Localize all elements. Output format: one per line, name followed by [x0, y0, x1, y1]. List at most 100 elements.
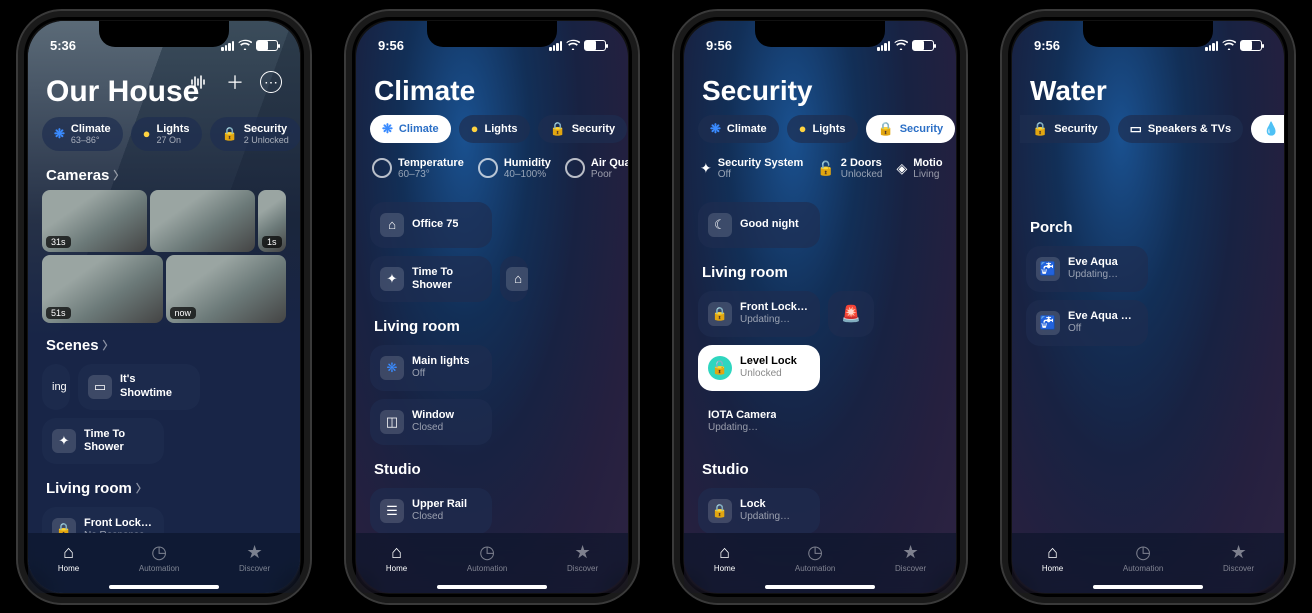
tab-discover[interactable]: ★Discover [895, 542, 926, 573]
accessory-tile[interactable]: IOTA CameraUpdating… [698, 399, 818, 445]
stat-air-quality[interactable]: Air QualiPoor [565, 157, 628, 180]
chip-label: Security [572, 123, 615, 135]
home-indicator[interactable] [437, 585, 547, 589]
tab-automation[interactable]: ◷Automation [467, 542, 507, 573]
chip-climate[interactable]: ❋ Climate 63–86° [42, 117, 123, 151]
scene-tile[interactable]: ⌂ [500, 256, 528, 302]
scene-name: Good night [740, 218, 799, 231]
siren-icon: 🚨 [841, 304, 861, 324]
tile-name: Eve Aqua [1068, 256, 1118, 269]
stat-temperature[interactable]: Temperature60–73° [372, 157, 464, 180]
lock-icon: 🔒 [708, 302, 732, 326]
chip-security[interactable]: 🔒Security [866, 115, 956, 143]
camera-tile[interactable]: 1s [258, 190, 286, 252]
chip-lights[interactable]: ● Lights 27 On [131, 117, 202, 151]
home-indicator[interactable] [109, 585, 219, 589]
tab-home[interactable]: ⌂Home [386, 542, 407, 573]
tile-status: Updating… [740, 511, 790, 523]
status-time: 5:36 [50, 38, 76, 53]
stat-doors[interactable]: 🔓2 DoorsUnlocked [817, 157, 882, 180]
star-icon: ★ [903, 542, 919, 563]
tab-home[interactable]: ⌂Home [58, 542, 79, 573]
chip-security[interactable]: 🔒 Security 2 Unlocked [210, 117, 300, 151]
section-living-room[interactable]: Living room [356, 312, 628, 341]
camera-tile[interactable]: 51s [42, 255, 163, 323]
accessory-tile[interactable]: 🔒LockUpdating… [698, 488, 820, 533]
accessory-tile[interactable]: 🔒Front Lock…Updating… [698, 291, 820, 337]
battery-icon [256, 40, 278, 51]
tab-discover[interactable]: ★Discover [239, 542, 270, 573]
chip-lights[interactable]: ●Lights [459, 115, 530, 143]
chip-water[interactable]: 💧Water [1251, 115, 1284, 143]
camera-tile[interactable]: 31s [42, 190, 147, 252]
star-icon: ★ [1231, 542, 1247, 563]
stat-security-system[interactable]: ✦Security SystemOff [700, 157, 803, 180]
camera-badge: now [170, 307, 197, 319]
scene-tile[interactable]: ✦ Time To Shower [42, 418, 164, 464]
section-scenes[interactable]: Scenes〉 [28, 331, 300, 360]
drop-icon: 💧 [1263, 121, 1279, 137]
page-title: Climate [356, 59, 628, 115]
accessory-tile[interactable]: 🔒 Front Lock… No Response [42, 507, 164, 533]
tile-name: Eve Aqua S… [1068, 310, 1138, 323]
section-living-room[interactable]: Living room [684, 258, 956, 287]
tab-automation[interactable]: ◷Automation [1123, 542, 1163, 573]
chip-security[interactable]: 🔒Security [538, 115, 628, 143]
stat-motion[interactable]: ◈MotioLiving [896, 157, 942, 180]
chip-label: Security [900, 123, 943, 135]
tab-home[interactable]: ⌂Home [714, 542, 735, 573]
section-living-room[interactable]: Living room〉 [28, 474, 300, 503]
accessory-tile[interactable]: 🚰Eve Aqua S…Off [1026, 300, 1148, 346]
section-porch[interactable]: Porch [1012, 213, 1284, 242]
chip-climate[interactable]: ❋Climate [698, 115, 779, 143]
accessory-tile[interactable]: ☰Upper RailClosed [370, 488, 492, 533]
stat-humidity[interactable]: Humidity40–100% [478, 157, 551, 180]
fan-icon: ❋ [54, 126, 65, 142]
sparkle-icon: ✦ [380, 267, 404, 291]
chevron-right-icon: 〉 [136, 480, 147, 496]
section-studio[interactable]: Studio [684, 455, 956, 484]
blinds-icon: ☰ [380, 499, 404, 523]
lock-icon: 🔒 [708, 499, 732, 523]
chip-speakers-tvs[interactable]: ▭Speakers & TVs [1118, 115, 1243, 143]
tab-discover[interactable]: ★Discover [567, 542, 598, 573]
alarm-icon: ✦ [700, 160, 712, 177]
chip-lights[interactable]: ●Lights [787, 115, 858, 143]
chip-climate[interactable]: ❋Climate [370, 115, 451, 143]
chip-label: Speakers & TVs [1148, 123, 1231, 135]
page-title: Security [684, 59, 956, 115]
home-indicator[interactable] [765, 585, 875, 589]
camera-tile[interactable]: now [166, 255, 287, 323]
tab-home[interactable]: ⌂Home [1042, 542, 1063, 573]
motion-icon: ◈ [896, 160, 907, 177]
home-indicator[interactable] [1093, 585, 1203, 589]
notch [1083, 21, 1213, 47]
chip-security[interactable]: 🔒Security [1020, 115, 1110, 143]
tile-status: Closed [412, 511, 467, 523]
scene-tile[interactable]: ⌂Office 75 [370, 202, 492, 248]
chip-label: Security [244, 123, 289, 135]
scene-name: Time To Shower [84, 428, 154, 452]
camera-tile[interactable] [150, 190, 255, 252]
scene-tile[interactable]: ing [42, 364, 70, 410]
tab-automation[interactable]: ◷Automation [139, 542, 179, 573]
chip-label: Lights [813, 123, 846, 135]
tile-name: Level Lock [740, 355, 797, 368]
accessory-tile[interactable]: 🚨 [828, 291, 874, 337]
accessory-tile[interactable]: 🚰Eve AquaUpdating… [1026, 246, 1148, 292]
tab-automation[interactable]: ◷Automation [795, 542, 835, 573]
scene-tile[interactable]: ☾Good night [698, 202, 820, 248]
tile-name: Window [412, 409, 454, 422]
scene-tile[interactable]: ✦Time To Shower [370, 256, 492, 302]
section-studio[interactable]: Studio [356, 455, 628, 484]
notch [427, 21, 557, 47]
scene-tile[interactable]: ▭ It's Showtime [78, 364, 200, 410]
accessory-tile[interactable]: 🔓Level LockUnlocked [698, 345, 820, 391]
accessory-tile[interactable]: ◫WindowClosed [370, 399, 492, 445]
section-cameras[interactable]: Cameras〉 [28, 161, 300, 190]
tab-discover[interactable]: ★Discover [1223, 542, 1254, 573]
tile-name: Front Lock… [740, 301, 808, 314]
house-icon: ⌂ [1047, 542, 1058, 563]
chip-label: Climate [71, 123, 111, 135]
accessory-tile[interactable]: ❋Main lightsOff [370, 345, 492, 391]
